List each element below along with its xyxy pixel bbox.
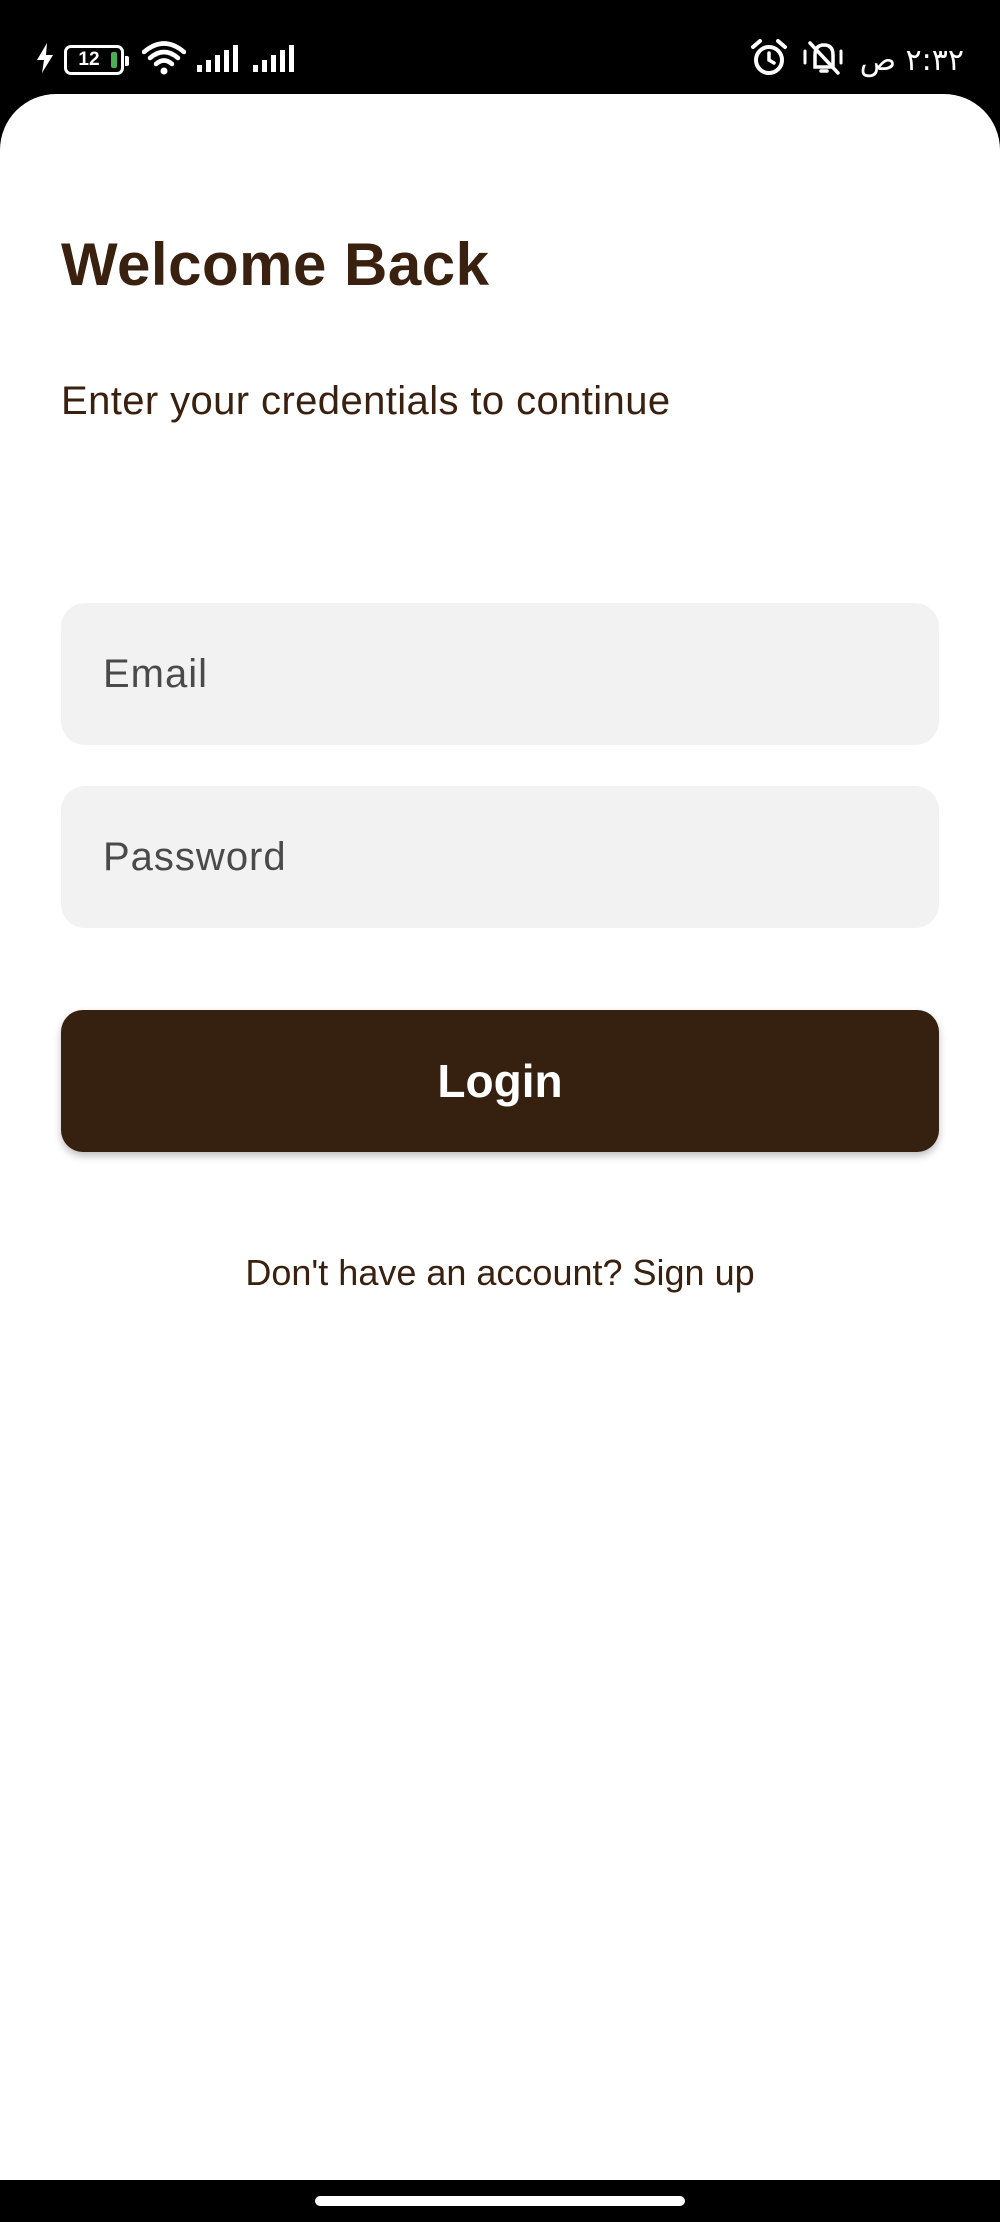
alarm-icon [750,38,788,82]
clock: ٢:٣٢ ص [859,42,964,78]
signal-icon [252,43,298,78]
charging-icon [36,42,54,78]
signal-icon [196,43,242,78]
wifi-icon [141,40,187,80]
status-right: ٢:٣٢ ص [750,38,964,82]
page-subtitle: Enter your credentials to continue [61,379,671,423]
home-indicator[interactable] [315,2196,685,2206]
email-field[interactable] [61,603,939,745]
password-field[interactable] [61,786,939,928]
battery-level: 12 [78,49,100,70]
login-button[interactable]: Login [61,1010,939,1152]
battery-icon: 12 [64,45,129,75]
status-left: 12 [36,38,298,82]
signup-link[interactable]: Don't have an account? Sign up [0,1252,1000,1294]
page-title: Welcome Back [61,231,490,298]
vibrate-mute-icon [802,39,846,82]
